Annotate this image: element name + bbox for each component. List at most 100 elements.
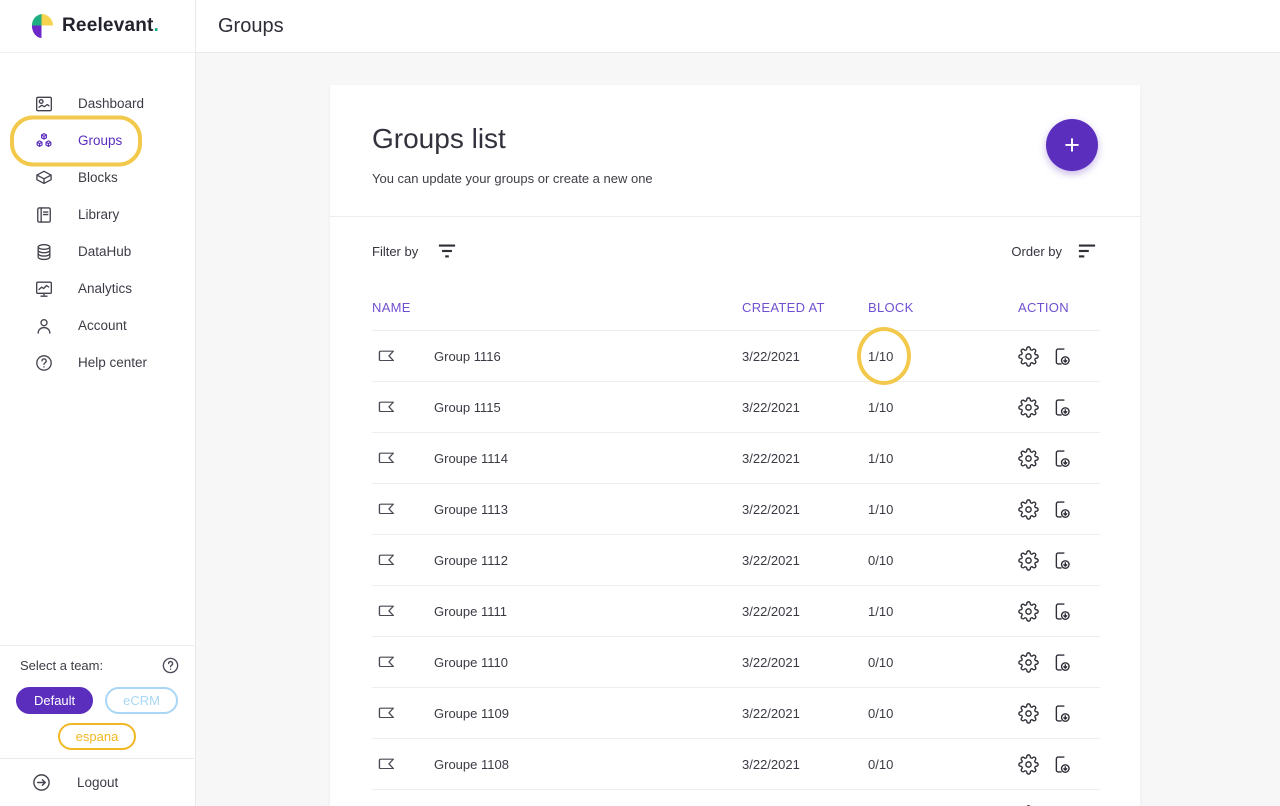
settings-icon[interactable] xyxy=(1018,652,1039,673)
sidebar-item-datahub[interactable]: DataHub xyxy=(0,233,195,270)
export-group-icon[interactable] xyxy=(1052,601,1073,622)
sidebar-item-label: Help center xyxy=(78,355,147,370)
sidebar-item-dashboard[interactable]: Dashboard xyxy=(0,85,195,122)
group-tag-icon xyxy=(376,449,398,467)
export-group-icon[interactable] xyxy=(1052,703,1073,724)
brand-logo[interactable]: Reelevant. xyxy=(0,0,195,53)
column-header-action: ACTION xyxy=(1018,300,1100,315)
sidebar-item-groups[interactable]: Groups xyxy=(0,122,195,159)
group-name: Groupe 1112 xyxy=(434,553,508,568)
settings-icon[interactable] xyxy=(1018,346,1039,367)
group-tag-icon xyxy=(376,755,398,773)
reelevant-logo-icon xyxy=(30,12,53,41)
logout-button[interactable]: Logout xyxy=(0,758,194,806)
analytics-icon xyxy=(34,279,54,299)
settings-icon[interactable] xyxy=(1018,601,1039,622)
sidebar-item-library[interactable]: Library xyxy=(0,196,195,233)
settings-icon[interactable] xyxy=(1018,754,1039,775)
settings-icon[interactable] xyxy=(1018,397,1039,418)
sidebar-item-label: Analytics xyxy=(78,281,132,296)
card-subtitle: You can update your groups or create a n… xyxy=(372,171,1098,186)
column-header-created-at[interactable]: CREATED AT xyxy=(742,300,868,315)
table-row[interactable]: Groupe 1108 3/22/2021 0/10 xyxy=(372,739,1100,790)
group-name: Groupe 1108 xyxy=(434,757,509,772)
logout-icon xyxy=(31,772,52,793)
group-created-at: 3/22/2021 xyxy=(742,604,868,619)
settings-icon[interactable] xyxy=(1018,550,1039,571)
table-row[interactable]: Group 1116 3/22/2021 1/10 xyxy=(372,331,1100,382)
group-block-count: 1/10 xyxy=(868,502,896,517)
add-group-button[interactable]: + xyxy=(1046,119,1098,171)
table-row[interactable]: Groupe 1112 3/22/2021 0/10 xyxy=(372,535,1100,586)
table-row[interactable]: Groupe 1114 3/22/2021 1/10 xyxy=(372,433,1100,484)
column-header-name[interactable]: NAME xyxy=(372,300,742,315)
export-group-icon[interactable] xyxy=(1052,652,1073,673)
group-created-at: 3/22/2021 xyxy=(742,400,868,415)
export-group-icon[interactable] xyxy=(1052,550,1073,571)
page-title: Groups xyxy=(218,15,284,38)
team-pill-default[interactable]: Default xyxy=(16,687,93,714)
table-row[interactable]: Groupe 1109 3/22/2021 0/10 xyxy=(372,688,1100,739)
group-created-at: 3/22/2021 xyxy=(742,451,868,466)
group-block-count: 0/10 xyxy=(868,655,896,670)
sidebar-item-label: DataHub xyxy=(78,244,131,259)
groups-table: NAME CREATED AT BLOCK ACTION Group 1116 … xyxy=(330,285,1140,806)
group-created-at: 3/22/2021 xyxy=(742,502,868,517)
sidebar-item-help-center[interactable]: Help center xyxy=(0,344,195,381)
sidebar-item-blocks[interactable]: Blocks xyxy=(0,159,195,196)
table-row[interactable]: Groupe 1113 3/22/2021 1/10 xyxy=(372,484,1100,535)
table-row[interactable]: Groupe 1110 3/22/2021 0/10 xyxy=(372,637,1100,688)
group-tag-icon xyxy=(376,500,398,518)
card-header: Groups list You can update your groups o… xyxy=(330,85,1140,217)
export-group-icon[interactable] xyxy=(1052,346,1073,367)
sidebar-item-account[interactable]: Account xyxy=(0,307,195,344)
sidebar-item-label: Blocks xyxy=(78,170,118,185)
sidebar-nav: Dashboard Groups Blocks xyxy=(0,85,195,381)
group-block-count: 1/10 xyxy=(868,604,896,619)
team-pill-ecrm[interactable]: eCRM xyxy=(105,687,178,714)
team-pill-espana[interactable]: espana xyxy=(58,723,137,750)
group-name: Group 1115 xyxy=(434,400,501,415)
sidebar-item-label: Library xyxy=(78,207,119,222)
group-block-count: 1/10 xyxy=(868,349,896,364)
export-group-icon[interactable] xyxy=(1052,499,1073,520)
sidebar-item-label: Groups xyxy=(78,133,122,148)
topbar: Groups xyxy=(196,0,1280,53)
table-body: Group 1116 3/22/2021 1/10 xyxy=(372,331,1100,806)
settings-icon[interactable] xyxy=(1018,448,1039,469)
settings-icon[interactable] xyxy=(1018,499,1039,520)
filter-by-button[interactable]: Filter by xyxy=(372,242,458,260)
dashboard-icon xyxy=(34,94,54,114)
sidebar-item-label: Dashboard xyxy=(78,96,144,111)
group-tag-icon xyxy=(376,653,398,671)
group-tag-icon xyxy=(376,551,398,569)
export-group-icon[interactable] xyxy=(1052,754,1073,775)
main-content: Groups list You can update your groups o… xyxy=(196,53,1280,806)
column-header-block[interactable]: BLOCK xyxy=(868,300,1018,315)
group-block-count: 1/10 xyxy=(868,400,896,415)
group-created-at: 3/22/2021 xyxy=(742,553,868,568)
order-by-label: Order by xyxy=(1011,244,1062,259)
sort-icon xyxy=(1076,242,1098,260)
table-row-partial[interactable] xyxy=(372,790,1100,806)
filter-by-label: Filter by xyxy=(372,244,418,259)
order-by-button[interactable]: Order by xyxy=(1011,242,1098,260)
table-row[interactable]: Group 1115 3/22/2021 1/10 xyxy=(372,382,1100,433)
export-group-icon[interactable] xyxy=(1052,397,1073,418)
table-row[interactable]: Groupe 1111 3/22/2021 1/10 xyxy=(372,586,1100,637)
group-name: Groupe 1111 xyxy=(434,604,507,619)
export-group-icon[interactable] xyxy=(1052,448,1073,469)
table-header-row: NAME CREATED AT BLOCK ACTION xyxy=(372,285,1100,331)
sidebar: Reelevant. Dashboard Groups xyxy=(0,0,196,806)
group-tag-icon xyxy=(376,704,398,722)
settings-icon[interactable] xyxy=(1018,703,1039,724)
group-name: Groupe 1114 xyxy=(434,451,508,466)
brand-dot: . xyxy=(154,15,159,36)
blocks-icon xyxy=(34,168,54,188)
plus-icon: + xyxy=(1064,130,1080,161)
sidebar-item-analytics[interactable]: Analytics xyxy=(0,270,195,307)
group-block-count: 1/10 xyxy=(868,451,896,466)
account-icon xyxy=(34,316,54,336)
team-help-icon[interactable] xyxy=(161,656,180,675)
group-tag-icon xyxy=(376,398,398,416)
